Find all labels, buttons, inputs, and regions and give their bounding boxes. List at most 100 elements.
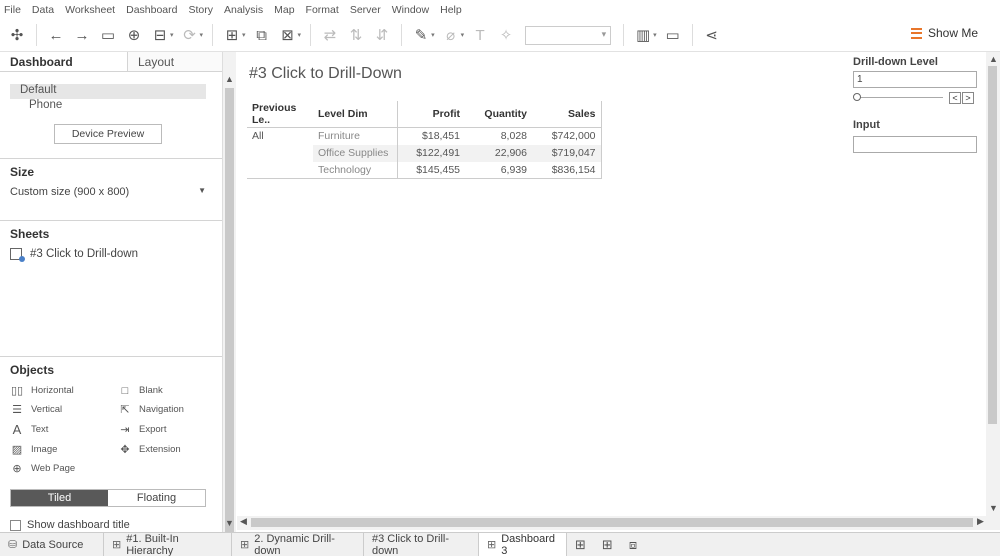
floating-button[interactable]: Floating bbox=[108, 490, 205, 506]
menu-story[interactable]: Story bbox=[188, 4, 213, 16]
scrollbar-thumb[interactable] bbox=[988, 66, 997, 424]
menu-analysis[interactable]: Analysis bbox=[224, 4, 263, 16]
scrollbar-thumb[interactable] bbox=[225, 88, 234, 546]
tab-built-in-hierarchy[interactable]: ⊞ #1. Built-In Hierarchy bbox=[104, 532, 232, 556]
group-dropdown-icon[interactable]: ▾ bbox=[461, 31, 465, 39]
redo-icon[interactable]: → bbox=[71, 24, 93, 46]
device-phone[interactable]: Phone bbox=[10, 99, 222, 114]
column-header[interactable]: Sales bbox=[532, 101, 602, 128]
size-select[interactable]: Custom size (900 x 800) ▼ bbox=[10, 186, 212, 198]
object-web-page[interactable]: ⊕ Web Page bbox=[10, 462, 118, 475]
chevron-right-icon[interactable]: > bbox=[962, 92, 974, 104]
slider-knob[interactable] bbox=[853, 93, 861, 101]
tab-layout[interactable]: Layout bbox=[128, 52, 222, 71]
new-worksheet-icon[interactable]: ⊞ bbox=[221, 24, 243, 46]
device-default[interactable]: Default bbox=[10, 84, 206, 99]
menu-server[interactable]: Server bbox=[350, 4, 381, 16]
toolbar-separator bbox=[691, 24, 693, 46]
menu-map[interactable]: Map bbox=[274, 4, 294, 16]
object-vertical[interactable]: ☰ Vertical bbox=[10, 403, 118, 416]
table-cell[interactable]: Technology bbox=[313, 161, 398, 179]
object-text[interactable]: A Text bbox=[10, 422, 118, 437]
tiled-button[interactable]: Tiled bbox=[11, 490, 108, 506]
chevron-left-icon[interactable]: < bbox=[949, 92, 961, 104]
object-extension[interactable]: ✥ Extension bbox=[118, 443, 218, 456]
sort-ascending-icon[interactable]: ⇅ bbox=[345, 24, 367, 46]
chevron-down-icon[interactable]: ▼ bbox=[989, 503, 998, 513]
group-icon[interactable]: ⌀ bbox=[440, 24, 462, 46]
pause-updates-dropdown-icon[interactable]: ▾ bbox=[170, 31, 174, 39]
new-worksheet-tab-icon[interactable]: ⊞ bbox=[567, 533, 594, 556]
new-data-source-icon[interactable]: ⊕ bbox=[123, 24, 145, 46]
save-icon[interactable]: ▭ bbox=[97, 24, 119, 46]
table-cell[interactable]: Office Supplies bbox=[313, 144, 398, 162]
scrollbar-thumb[interactable] bbox=[251, 518, 973, 527]
highlight-dropdown-icon[interactable]: ▾ bbox=[431, 31, 435, 39]
menu-file[interactable]: File bbox=[4, 4, 21, 16]
object-horizontal[interactable]: ▯▯ Horizontal bbox=[10, 384, 118, 397]
menu-window[interactable]: Window bbox=[392, 4, 429, 16]
tab-click-to-drilldown[interactable]: #3 Click to Drill-down bbox=[364, 532, 479, 556]
menu-format[interactable]: Format bbox=[306, 4, 339, 16]
tab-dynamic-drilldown[interactable]: ⊞ 2. Dynamic Drill-down bbox=[232, 532, 364, 556]
drilldown-slider[interactable]: < > bbox=[853, 92, 977, 104]
object-blank[interactable]: □ Blank bbox=[118, 384, 218, 397]
menu-data[interactable]: Data bbox=[32, 4, 54, 16]
share-icon[interactable]: ⋖ bbox=[701, 24, 723, 46]
new-worksheet-dropdown-icon[interactable]: ▾ bbox=[242, 31, 246, 39]
column-header[interactable]: Profit bbox=[397, 101, 465, 128]
tableau-logo-icon[interactable]: ✣ bbox=[6, 24, 28, 46]
chevron-down-icon[interactable]: ▼ bbox=[225, 518, 234, 528]
menu-help[interactable]: Help bbox=[440, 4, 462, 16]
label-icon[interactable]: T bbox=[469, 24, 491, 46]
table-row[interactable]: All Furniture $18,451 8,028 $742,000 bbox=[247, 127, 602, 145]
presentation-mode-icon[interactable]: ▭ bbox=[662, 24, 684, 46]
table-row[interactable]: Office Supplies $122,491 22,906 $719,047 bbox=[247, 144, 602, 162]
menu-worksheet[interactable]: Worksheet bbox=[65, 4, 115, 16]
show-cards-dropdown-icon[interactable]: ▾ bbox=[653, 31, 657, 39]
sheet-item[interactable]: #3 Click to Drill-down bbox=[10, 248, 212, 262]
clear-sheet-dropdown-icon[interactable]: ▾ bbox=[298, 31, 302, 39]
duplicate-icon[interactable]: ⧉ bbox=[251, 24, 273, 46]
chevron-up-icon[interactable]: ▲ bbox=[989, 54, 998, 64]
new-story-tab-icon[interactable]: ⧈ bbox=[621, 533, 645, 556]
column-header[interactable]: Level Dim bbox=[313, 101, 398, 128]
column-header[interactable]: Quantity bbox=[465, 101, 532, 128]
tab-data-source[interactable]: ⛁ Data Source bbox=[0, 532, 104, 556]
input-field[interactable] bbox=[853, 136, 977, 153]
highlight-icon[interactable]: ✎ bbox=[410, 24, 432, 46]
side-panel-scrollbar[interactable]: ▲ ▼ bbox=[222, 52, 236, 546]
show-cards-icon[interactable]: ▥ bbox=[632, 24, 654, 46]
object-image[interactable]: ▨ Image bbox=[10, 443, 118, 456]
sort-descending-icon[interactable]: ⇵ bbox=[371, 24, 393, 46]
refresh-icon[interactable]: ⟳ bbox=[179, 24, 201, 46]
chevron-right-icon[interactable]: ▶ bbox=[977, 516, 984, 527]
undo-icon[interactable]: ← bbox=[45, 24, 67, 46]
device-preview-button[interactable]: Device Preview bbox=[54, 124, 162, 144]
crosstab[interactable]: Previous Le.. Level Dim Profit Quantity … bbox=[247, 101, 602, 179]
chevron-up-icon[interactable]: ▲ bbox=[225, 74, 234, 84]
new-dashboard-tab-icon[interactable]: ⊞ bbox=[594, 533, 621, 556]
slider-track[interactable] bbox=[857, 97, 943, 98]
refresh-dropdown-icon[interactable]: ▾ bbox=[200, 31, 204, 39]
fit-select[interactable] bbox=[525, 25, 612, 45]
show-title-checkbox[interactable] bbox=[10, 519, 21, 531]
canvas-vertical-scrollbar[interactable]: ▲ ▼ bbox=[986, 52, 1000, 516]
table-row[interactable]: Technology $145,455 6,939 $836,154 bbox=[247, 161, 602, 179]
show-me-button[interactable]: Show Me bbox=[910, 26, 978, 40]
show-title-row[interactable]: Show dashboard title bbox=[10, 519, 212, 531]
table-cell[interactable]: Furniture bbox=[313, 127, 398, 145]
clear-sheet-icon[interactable]: ⊠ bbox=[277, 24, 299, 46]
pause-updates-icon[interactable]: ⊟ bbox=[149, 24, 171, 46]
drilldown-input[interactable]: 1 bbox=[853, 71, 977, 88]
object-export[interactable]: ⇥ Export bbox=[118, 422, 218, 437]
menu-dashboard[interactable]: Dashboard bbox=[126, 4, 177, 16]
tab-dashboard[interactable]: Dashboard bbox=[0, 52, 128, 71]
swap-icon[interactable]: ⇄ bbox=[319, 24, 341, 46]
column-header[interactable]: Previous Le.. bbox=[247, 101, 313, 128]
chevron-left-icon[interactable]: ◀ bbox=[240, 516, 247, 527]
pin-icon[interactable]: ✧ bbox=[495, 24, 517, 46]
tab-dashboard-3[interactable]: ⊞ Dashboard 3 bbox=[479, 532, 567, 556]
object-navigation[interactable]: ⇱ Navigation bbox=[118, 403, 218, 416]
canvas-horizontal-scrollbar[interactable]: ◀ ▶ bbox=[237, 516, 1000, 530]
